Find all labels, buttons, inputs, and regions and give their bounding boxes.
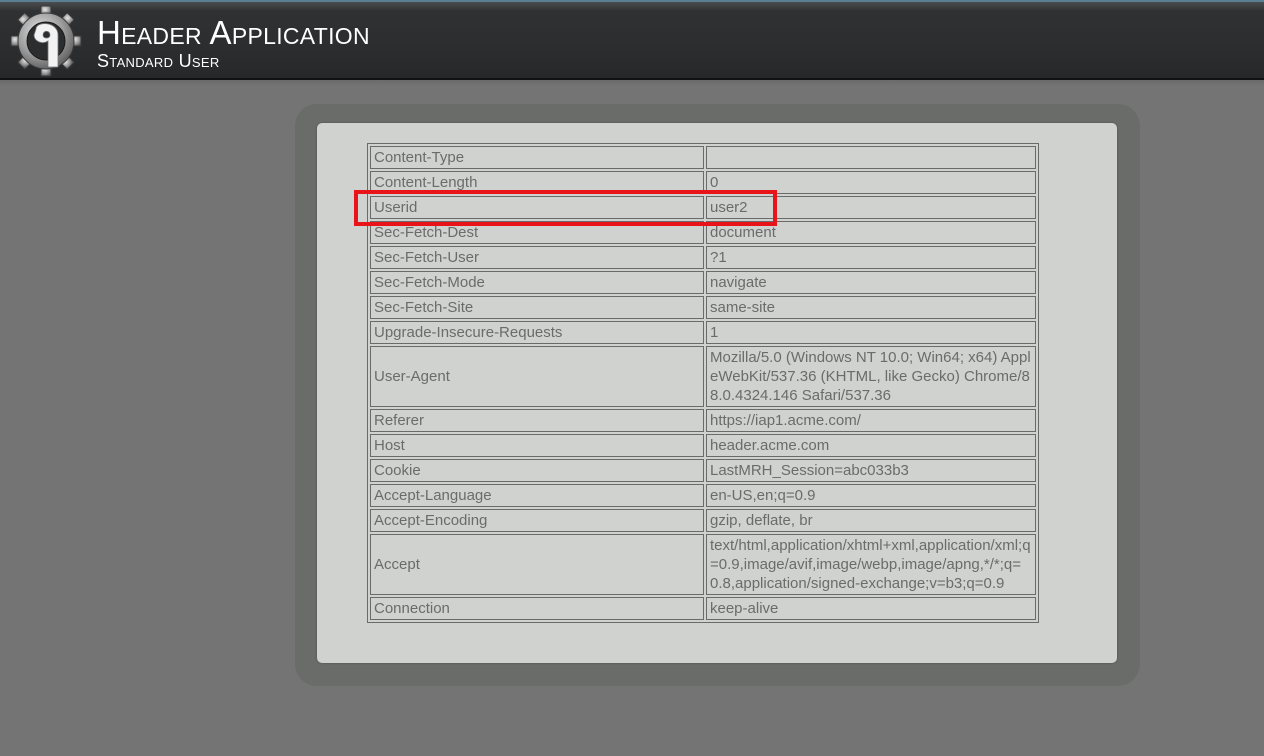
header-name-cell: Sec-Fetch-User <box>370 246 704 269</box>
table-row: Sec-Fetch-Site same-site <box>370 296 1036 319</box>
table-row: Accept-Encoding gzip, deflate, br <box>370 509 1036 532</box>
header-name-cell: Referer <box>370 409 704 432</box>
table-row: Userid user2 <box>370 196 1036 219</box>
header-name-cell: Content-Type <box>370 146 704 169</box>
request-headers-table: Content-Type Content-Length 0 Userid user2 S… <box>367 143 1039 623</box>
header-value-cell: navigate <box>706 271 1036 294</box>
table-row: Upgrade-Insecure-Requests 1 <box>370 321 1036 344</box>
gear-logo-icon <box>10 5 82 77</box>
table-row: Sec-Fetch-Mode navigate <box>370 271 1036 294</box>
table-row: Host header.acme.com <box>370 434 1036 457</box>
header-shadow <box>0 80 1264 86</box>
header-value-cell: user2 <box>706 196 1036 219</box>
header-name-cell: Sec-Fetch-Mode <box>370 271 704 294</box>
header-value-cell: 0 <box>706 171 1036 194</box>
header-name-cell: Accept <box>370 534 704 595</box>
header-value-cell: keep-alive <box>706 597 1036 620</box>
header-name-cell: Upgrade-Insecure-Requests <box>370 321 704 344</box>
table-row: Connection keep-alive <box>370 597 1036 620</box>
header-value-cell: text/html,application/xhtml+xml,applicat… <box>706 534 1036 595</box>
table-row: User-Agent Mozilla/5.0 (Windows NT 10.0; … <box>370 346 1036 407</box>
header-value-cell: 1 <box>706 321 1036 344</box>
table-row: Referer https://iap1.acme.com/ <box>370 409 1036 432</box>
app-header: Header Application Standard User <box>0 0 1264 80</box>
header-value-cell: header.acme.com <box>706 434 1036 457</box>
table-row: Accept text/html,application/xhtml+xml,ap… <box>370 534 1036 595</box>
header-value-cell: https://iap1.acme.com/ <box>706 409 1036 432</box>
table-row: Content-Length 0 <box>370 171 1036 194</box>
table-row: Accept-Language en-US,en;q=0.9 <box>370 484 1036 507</box>
header-value-cell: LastMRH_Session=abc033b3 <box>706 459 1036 482</box>
header-name-cell: Userid <box>370 196 704 219</box>
header-name-cell: Host <box>370 434 704 457</box>
header-value-cell: en-US,en;q=0.9 <box>706 484 1036 507</box>
header-name-cell: Connection <box>370 597 704 620</box>
header-value-cell: document <box>706 221 1036 244</box>
header-name-cell: Sec-Fetch-Dest <box>370 221 704 244</box>
header-name-cell: Sec-Fetch-Site <box>370 296 704 319</box>
table-row: Sec-Fetch-User ?1 <box>370 246 1036 269</box>
table-row: Sec-Fetch-Dest document <box>370 221 1036 244</box>
table-row: Cookie LastMRH_Session=abc033b3 <box>370 459 1036 482</box>
app-title: Header Application <box>97 14 370 51</box>
header-value-cell: gzip, deflate, br <box>706 509 1036 532</box>
header-name-cell: Accept-Encoding <box>370 509 704 532</box>
header-value-cell: ?1 <box>706 246 1036 269</box>
user-role-subtitle: Standard User <box>97 51 220 71</box>
header-name-cell: Cookie <box>370 459 704 482</box>
header-name-cell: Accept-Language <box>370 484 704 507</box>
header-name-cell: User-Agent <box>370 346 704 407</box>
header-value-cell: same-site <box>706 296 1036 319</box>
table-row: Content-Type <box>370 146 1036 169</box>
header-value-cell <box>706 146 1036 169</box>
header-value-cell: Mozilla/5.0 (Windows NT 10.0; Win64; x64… <box>706 346 1036 407</box>
header-name-cell: Content-Length <box>370 171 704 194</box>
